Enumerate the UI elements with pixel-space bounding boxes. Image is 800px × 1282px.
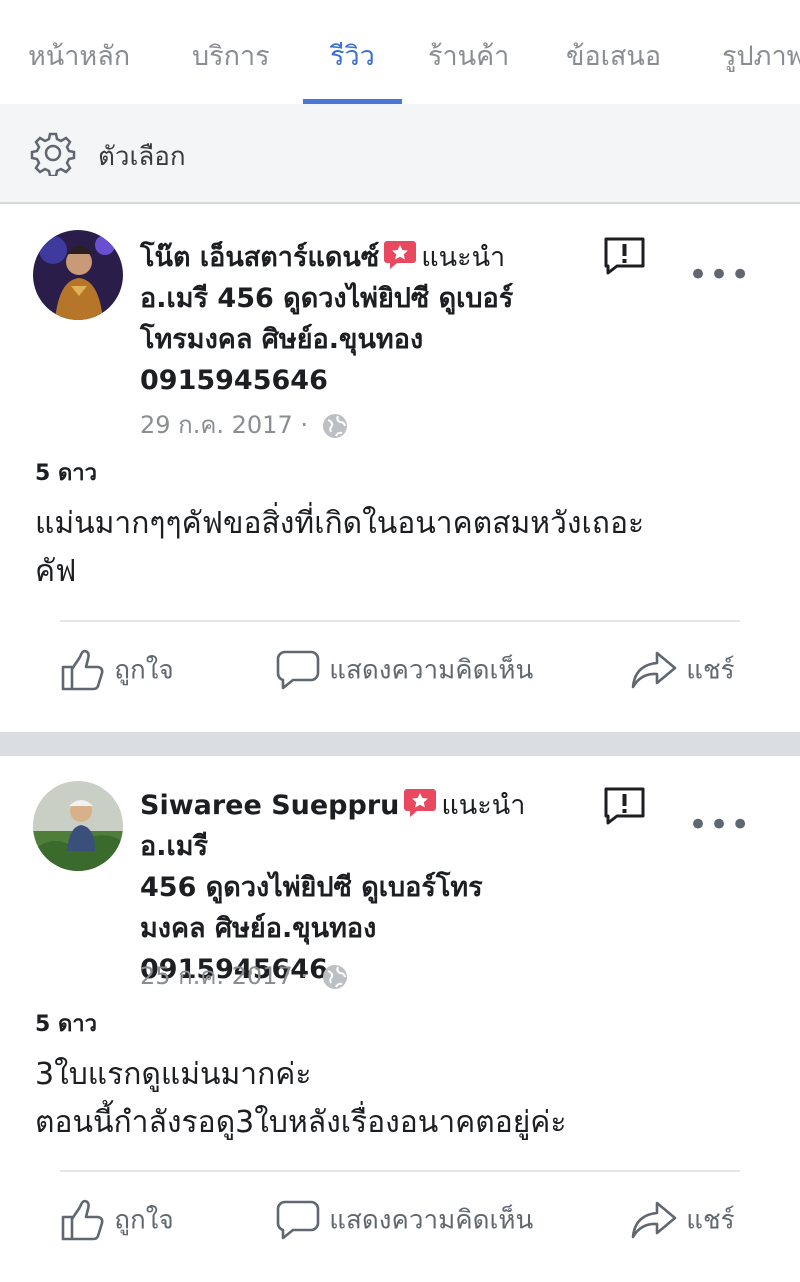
globe-icon	[322, 414, 347, 438]
report-icon[interactable]	[603, 787, 646, 825]
comment-button[interactable]: แสดงความคิดเห็น	[275, 1197, 533, 1243]
tab-offers[interactable]: ข้อเสนอ	[566, 34, 661, 77]
more-options-button[interactable]: •••	[688, 255, 751, 295]
share-button[interactable]: แชร์	[630, 647, 735, 693]
like-icon	[61, 1199, 104, 1241]
recommend-icon	[384, 240, 417, 269]
page-name-line3[interactable]: 0915945646	[140, 365, 328, 396]
page-name-line1[interactable]: 456 ดูดวงไพ่ยิปซี ดูเบอร์โทร	[140, 872, 483, 903]
more-options-button[interactable]: •••	[688, 805, 751, 845]
like-label: ถูกใจ	[114, 1205, 174, 1236]
post-meta: 29 ก.ค. 2017 ·	[140, 405, 348, 444]
share-button[interactable]: แชร์	[630, 1197, 735, 1243]
post-date[interactable]: 25 ก.ค. 2017	[140, 962, 293, 990]
review-text-line1: 3ใบแรกดูแม่นมากค่ะ	[35, 1057, 312, 1092]
report-icon[interactable]	[603, 237, 646, 275]
post-date[interactable]: 29 ก.ค. 2017	[140, 411, 293, 439]
options-label[interactable]: ตัวเลือก	[98, 136, 186, 177]
page-name-line0[interactable]: อ.เมรี	[140, 831, 208, 862]
page-name-line2[interactable]: มงคล ศิษย์อ.ขุนทอง	[140, 913, 376, 944]
review-text-line1: แม่นมากๆๆคัฟขอสิ่งที่เกิดในอนาคตสมหวังเถ…	[35, 506, 645, 541]
review-author-block: โน๊ต เอ็นสตาร์แดนซ์ แนะนำ อ.เมรี 456 ดูดว…	[140, 237, 580, 401]
share-label: แชร์	[686, 655, 735, 686]
tab-services[interactable]: บริการ	[192, 34, 270, 77]
author-name[interactable]: โน๊ต เอ็นสตาร์แดนซ์	[140, 242, 379, 273]
comment-button[interactable]: แสดงความคิดเห็น	[275, 647, 533, 693]
comment-icon	[276, 1200, 320, 1240]
page-tabs: หน้าหลัก บริการ รีวิว ร้านค้า ข้อเสนอ รู…	[0, 0, 800, 104]
like-button[interactable]: ถูกใจ	[60, 647, 174, 693]
globe-icon	[322, 965, 347, 989]
tab-home[interactable]: หน้าหลัก	[28, 34, 130, 77]
gear-icon	[30, 132, 76, 176]
page-name-line1[interactable]: อ.เมรี 456 ดูดวงไพ่ยิปซี ดูเบอร์	[140, 283, 513, 314]
avatar[interactable]	[33, 781, 123, 871]
share-icon	[631, 651, 677, 689]
comment-icon	[276, 650, 320, 690]
rating-label: 5 ดาว	[35, 1012, 97, 1037]
review-text-line2: คัฟ	[35, 554, 77, 589]
recommends-label: แนะนำ	[421, 242, 506, 273]
author-name[interactable]: Siwaree Sueppru	[140, 790, 399, 821]
post-separator	[0, 732, 800, 756]
divider	[60, 1170, 740, 1172]
review-text-line2: ตอนนี้กำลังรอดู3ใบหลังเรื่องอนาคตอยู่ค่ะ	[35, 1105, 567, 1140]
tab-reviews[interactable]: รีวิว	[330, 34, 375, 77]
review-text: แม่นมากๆๆคัฟขอสิ่งที่เกิดในอนาคตสมหวังเถ…	[35, 500, 765, 596]
comment-label: แสดงความคิดเห็น	[329, 655, 534, 686]
like-icon	[61, 649, 104, 691]
like-button[interactable]: ถูกใจ	[60, 1197, 174, 1243]
tab-photos[interactable]: รูปภาพ	[722, 34, 800, 77]
meta-separator: ·	[300, 411, 308, 439]
meta-separator: ·	[300, 962, 308, 990]
page-name-line2[interactable]: โทรมงคล ศิษย์อ.ขุนทอง	[140, 324, 423, 355]
tab-shop[interactable]: ร้านค้า	[428, 34, 509, 77]
like-label: ถูกใจ	[114, 655, 174, 686]
share-icon	[631, 1201, 677, 1239]
divider	[60, 620, 740, 622]
share-label: แชร์	[686, 1205, 735, 1236]
avatar[interactable]	[33, 230, 123, 320]
recommend-icon	[404, 788, 437, 817]
rating-label: 5 ดาว	[35, 461, 97, 486]
post-meta: 25 ก.ค. 2017 ·	[140, 956, 348, 995]
review-text: 3ใบแรกดูแม่นมากค่ะ ตอนนี้กำลังรอดู3ใบหลั…	[35, 1051, 765, 1147]
comment-label: แสดงความคิดเห็น	[329, 1205, 534, 1236]
recommends-label: แนะนำ	[441, 790, 526, 821]
